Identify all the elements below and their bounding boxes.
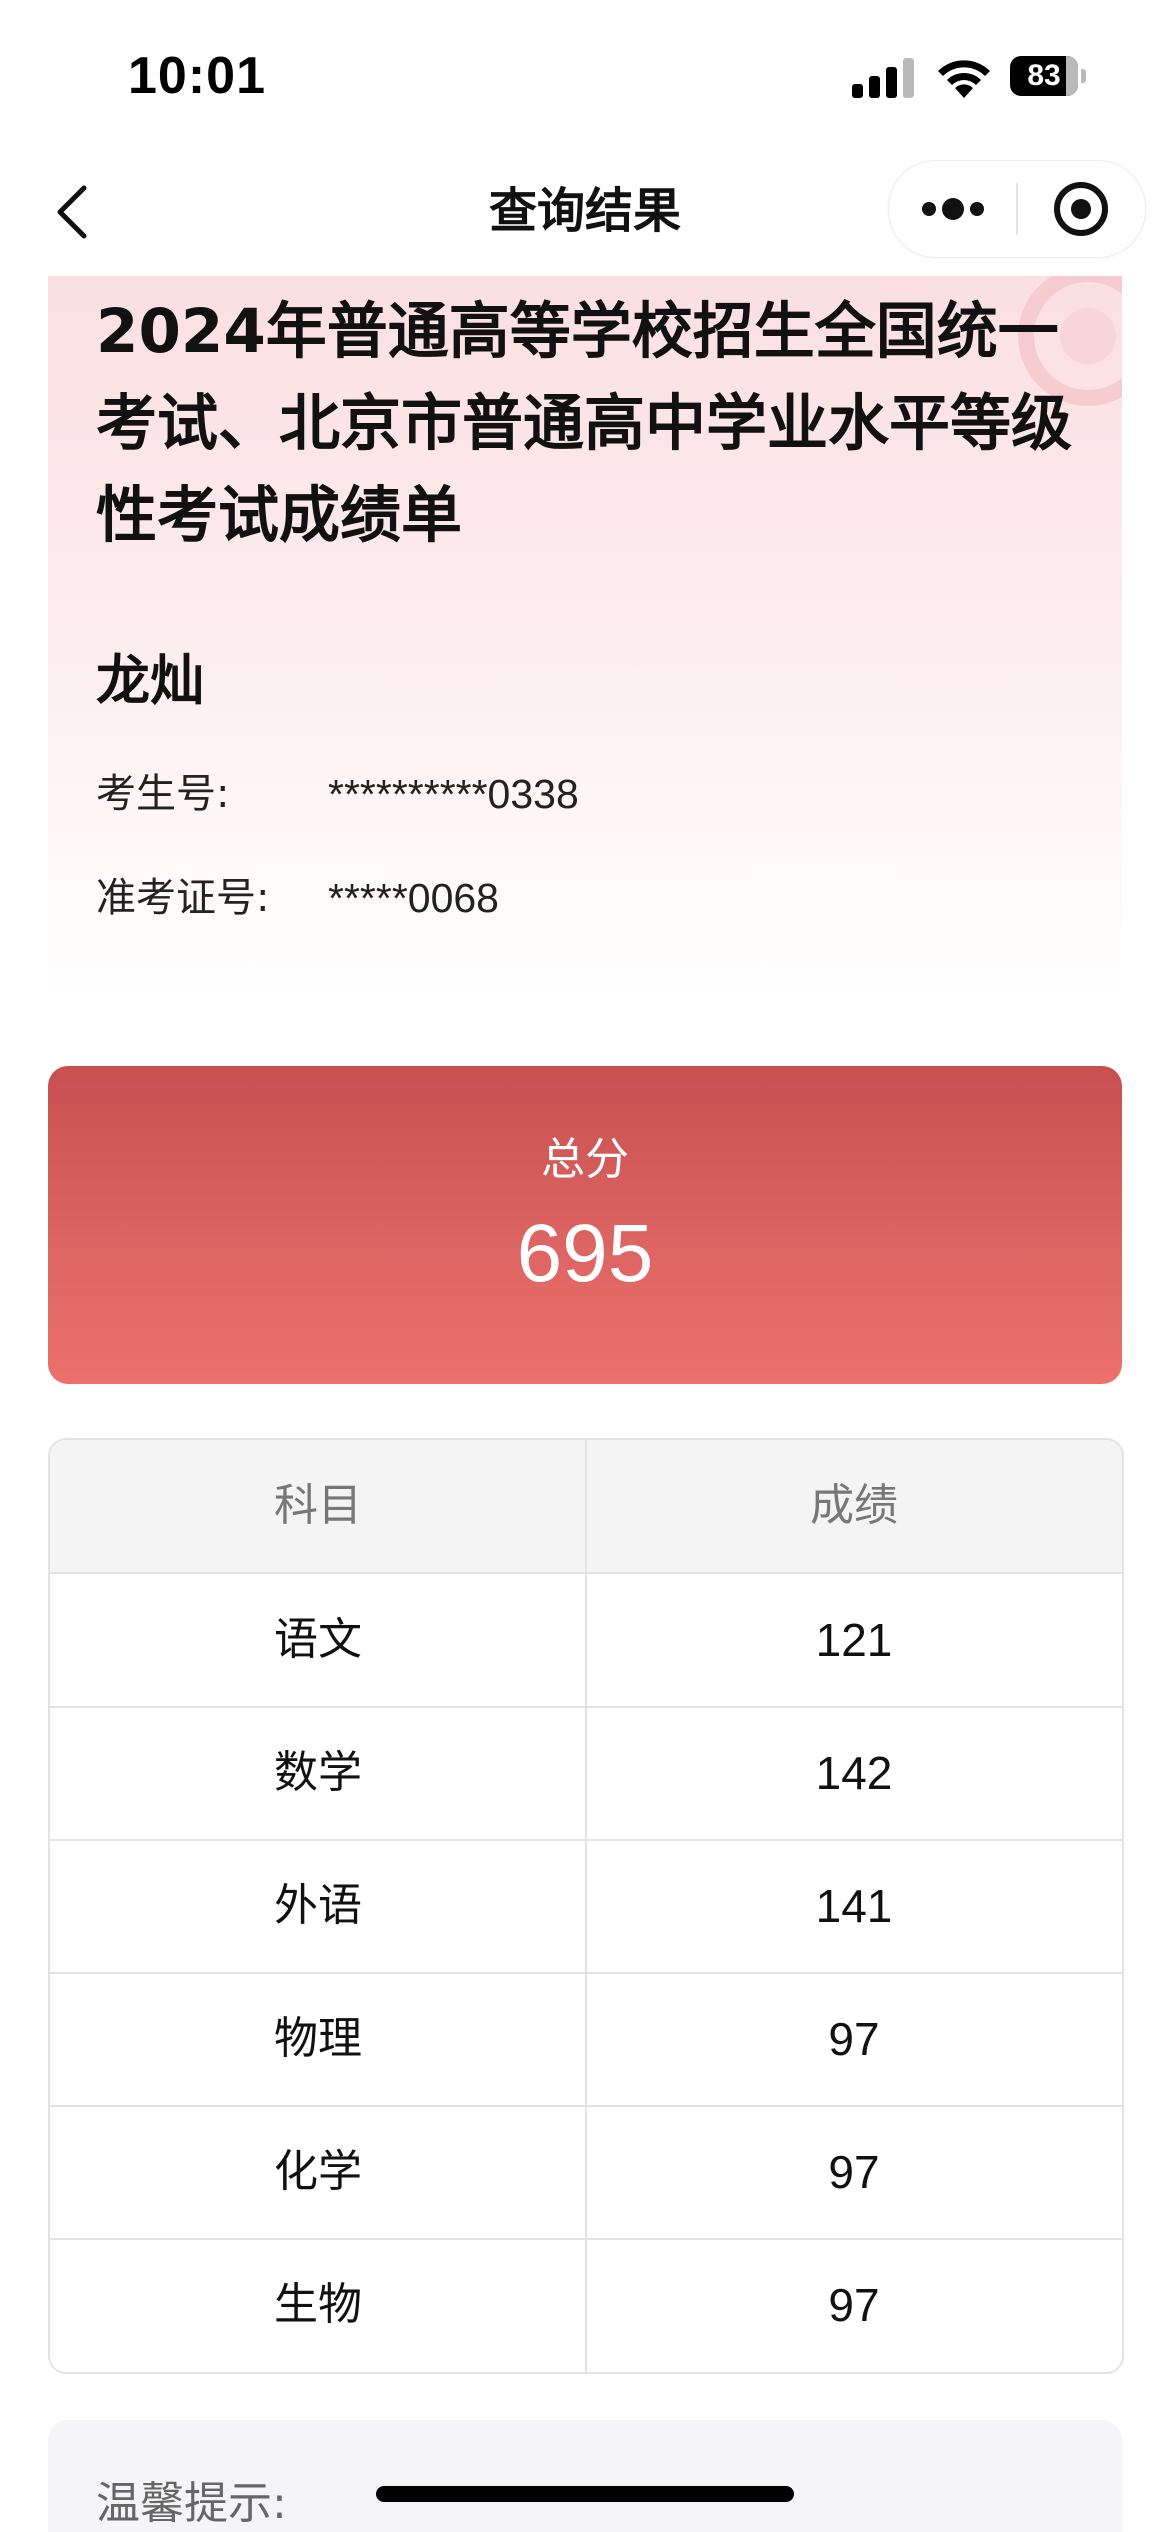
wifi-icon xyxy=(938,60,990,98)
score-cell: 121 xyxy=(815,1614,893,1666)
candidate-number-label: 考生号: xyxy=(96,771,230,817)
column-header-subject: 科目 xyxy=(274,1480,362,1531)
admission-ticket-label: 准考证号: xyxy=(96,875,270,921)
back-button[interactable] xyxy=(38,172,118,252)
mini-program-capsule xyxy=(888,160,1146,258)
page-title: 查询结果 xyxy=(488,183,681,239)
subject-cell: 外语 xyxy=(274,1880,362,1931)
score-cell: 97 xyxy=(828,2013,880,2065)
score-report-header: 2024年普通高等学校招生全国统一考试、北京市普通高中学业水平等级性考试成绩单 … xyxy=(48,276,1122,1036)
status-time: 10:01 xyxy=(128,47,266,105)
report-title: 2024年普通高等学校招生全国统一考试、北京市普通高中学业水平等级性考试成绩单 xyxy=(96,296,1073,551)
tips-card: 温馨提示: xyxy=(48,2420,1122,2532)
nav-bar: 查询结果 xyxy=(0,150,1170,276)
battery-cap xyxy=(1081,69,1086,83)
admission-ticket-value: *****0068 xyxy=(328,875,499,921)
column-header-score: 成绩 xyxy=(810,1480,898,1531)
score-cell: 141 xyxy=(815,1880,893,1932)
score-cell: 97 xyxy=(828,2146,880,2198)
score-cell: 97 xyxy=(828,2279,880,2331)
score-cell: 142 xyxy=(815,1747,893,1799)
record-target-icon xyxy=(1054,182,1108,236)
more-dots-icon xyxy=(922,198,984,220)
total-score-card: 总分 695 xyxy=(48,1066,1122,1384)
subject-cell: 数学 xyxy=(274,1747,362,1798)
status-bar: 10:01 83 xyxy=(0,0,1170,150)
student-name: 龙灿 xyxy=(96,649,204,712)
more-button[interactable] xyxy=(889,161,1017,257)
home-indicator[interactable] xyxy=(376,2486,794,2502)
tips-title: 温馨提示: xyxy=(96,2478,287,2529)
cellular-signal-icon xyxy=(852,58,914,98)
chevron-left-icon xyxy=(57,185,87,239)
page: 10:01 83 查询结果 2024年普通高等学校招生全国统一考试、北京市普通高… xyxy=(0,0,1170,2532)
candidate-number-value: **********0338 xyxy=(328,771,579,817)
column-divider xyxy=(585,1440,587,2372)
subject-cell: 物理 xyxy=(274,2013,362,2064)
close-mini-program-button[interactable] xyxy=(1017,161,1145,257)
battery-indicator: 83 xyxy=(1010,56,1086,96)
subject-cell: 语文 xyxy=(274,1614,362,1665)
subject-cell: 化学 xyxy=(274,2146,362,2197)
total-score-value: 695 xyxy=(516,1208,654,1299)
total-score-label: 总分 xyxy=(541,1134,629,1185)
score-table: 科目 成绩 语文 121 数学 142 外语 141 物理 97 化学 97 生… xyxy=(48,1438,1124,2374)
battery-body: 83 xyxy=(1010,56,1078,96)
subject-cell: 生物 xyxy=(274,2279,362,2330)
battery-percentage: 83 xyxy=(1027,59,1061,92)
